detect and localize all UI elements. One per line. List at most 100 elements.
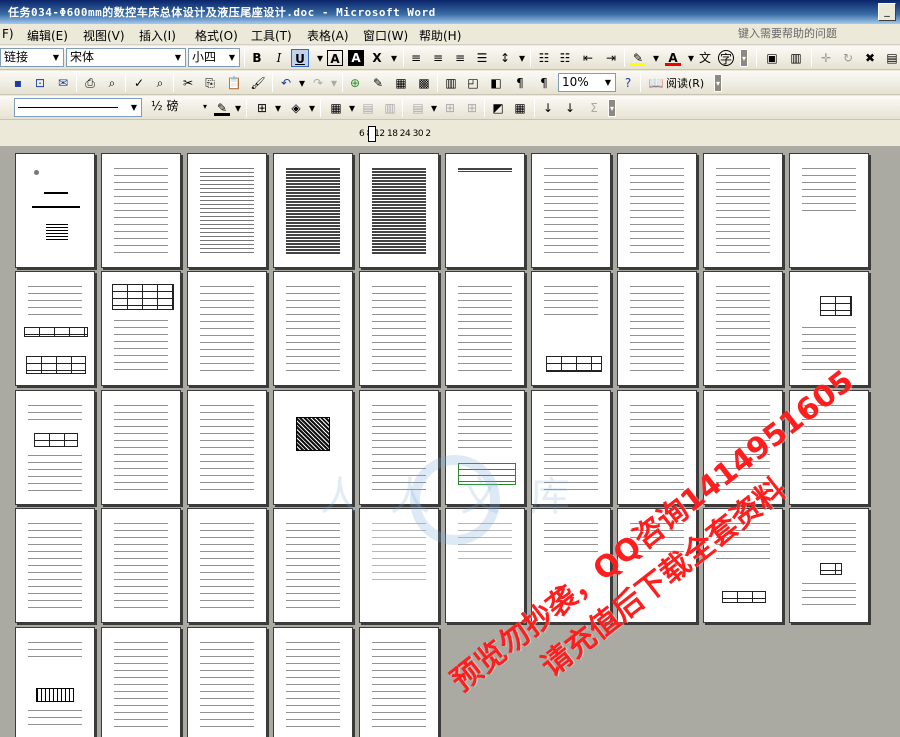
format-painter-icon[interactable]: 🖌 [250,75,266,91]
read-button[interactable]: 阅读(R) [666,75,704,91]
close-image-icon[interactable]: ✖ [862,50,878,66]
border-icon[interactable]: ⊞ [254,100,270,116]
sort-descending-icon[interactable]: ↓ [562,100,578,116]
dropdown-arrow-icon[interactable]: ▾ [344,100,360,116]
distribute-rows-icon[interactable]: ⊞ [442,100,458,116]
indent-marker[interactable] [368,126,376,142]
menu-help[interactable]: 帮助(H) [419,27,461,44]
align-cell-icon[interactable]: ▤ [410,100,426,116]
menu-window[interactable]: 窗口(W) [363,27,408,44]
shading-icon[interactable]: ◈ [288,100,304,116]
insert-table-icon[interactable]: ▦ [328,100,344,116]
undo-icon[interactable]: ↶ [278,75,294,91]
autoformat-icon[interactable]: ◩ [490,100,506,116]
chevron-down-icon[interactable]: ▼ [226,50,238,65]
menu-table[interactable]: 表格(A) [307,27,349,44]
page-thumbnail[interactable] [359,271,439,386]
page-thumbnail[interactable] [359,627,439,737]
columns-icon[interactable]: ▥ [443,75,459,91]
numbering-icon[interactable]: ☷ [536,50,552,66]
align-left-icon[interactable]: ≡ [408,50,424,66]
doc-map-icon[interactable]: ◧ [488,75,504,91]
tables-borders-icon[interactable]: ✎ [370,75,386,91]
font-combo[interactable]: 宋体 ▼ [66,48,186,67]
drawing-icon[interactable]: ◰ [465,75,481,91]
char-shading-icon[interactable]: A [348,50,364,66]
dropdown-arrow-icon[interactable]: ▾ [426,100,442,116]
char-border-icon[interactable]: A [327,50,343,66]
insert-excel-icon[interactable]: ▩ [416,75,432,91]
dropdown-arrow-icon[interactable]: ▾ [514,50,530,66]
chevron-down-icon[interactable]: ▼ [50,50,62,65]
page-thumbnail[interactable] [101,271,181,386]
dropdown-arrow-icon[interactable]: ▾ [270,100,286,116]
page-thumbnail[interactable] [273,627,353,737]
page-thumbnail[interactable] [187,153,267,268]
line-style-combo[interactable]: ▼ [14,98,142,117]
insert-table-icon[interactable]: ▦ [393,75,409,91]
page-thumbnail[interactable] [273,508,353,623]
dropdown-arrow-icon[interactable]: ▾ [386,50,402,66]
char-scale-icon[interactable]: X [369,50,385,66]
dropdown-arrow-icon[interactable]: ▾ [648,50,664,66]
frame-icon[interactable]: ▥ [788,50,804,66]
menu-tools[interactable]: 工具(T) [251,27,292,44]
menu-file[interactable]: F) [2,27,14,41]
dropdown-arrow-icon[interactable]: ▾ [294,75,310,91]
chevron-down-icon[interactable]: ▼ [172,50,184,65]
split-cells-icon[interactable]: ▥ [382,100,398,116]
line-weight-combo[interactable]: ½ 磅 ▾ [148,98,212,117]
page-thumbnail[interactable] [101,627,181,737]
mail-icon[interactable]: ✉ [55,75,71,91]
chevron-down-icon[interactable]: ▼ [128,100,140,115]
line-spacing-icon[interactable]: ↕ [497,50,513,66]
page-thumbnail[interactable] [531,271,611,386]
underline-button[interactable]: U [291,49,309,67]
picture-icon[interactable]: ▣ [764,50,780,66]
style-combo[interactable]: 链接 ▼ [0,48,64,67]
cut-icon[interactable]: ✂ [180,75,196,91]
dropdown-arrow-icon[interactable]: ▾ [326,75,342,91]
merge-cells-icon[interactable]: ▤ [360,100,376,116]
page-thumbnail[interactable] [15,153,95,268]
permission-icon[interactable]: ⊡ [32,75,48,91]
align-right-icon[interactable]: ≡ [452,50,468,66]
research-icon[interactable]: ⌕ [152,75,168,91]
page-thumbnail[interactable] [273,271,353,386]
layout-icon[interactable]: ▤ [884,50,900,66]
redo-icon[interactable]: ↷ [310,75,326,91]
menu-edit[interactable]: 编辑(E) [27,27,68,44]
page-thumbnail[interactable] [531,153,611,268]
minimize-button[interactable]: _ [878,3,896,21]
crop-icon[interactable]: ✛ [818,50,834,66]
phonetic-guide-icon[interactable]: 文 [697,50,713,66]
dropdown-arrow-icon[interactable]: ▾ [312,50,328,66]
border-color-icon[interactable]: ✎ [214,100,230,116]
dropdown-arrow-icon[interactable]: ▾ [230,100,246,116]
chevron-down-icon[interactable]: ▼ [602,75,614,90]
justify-icon[interactable]: ☰ [474,50,490,66]
page-thumbnail[interactable] [359,153,439,268]
sort-ascending-icon[interactable]: ↓ [540,100,556,116]
toolbar-options-icon[interactable]: ▾ [608,99,616,117]
increase-indent-icon[interactable]: ⇥ [603,50,619,66]
page-thumbnail[interactable] [101,153,181,268]
autosum-icon[interactable]: Σ [586,100,602,116]
read-icon[interactable]: 📖 [648,75,664,91]
enclose-char-icon[interactable]: 字 [718,50,734,66]
page-thumbnail[interactable] [187,271,267,386]
spelling-icon[interactable]: ✓ [131,75,147,91]
page-thumbnail[interactable] [15,627,95,737]
table-grid-icon[interactable]: ▦ [512,100,528,116]
align-center-icon[interactable]: ≡ [430,50,446,66]
page-thumbnail[interactable] [273,153,353,268]
page-thumbnail[interactable] [15,390,95,505]
page-thumbnail[interactable] [703,153,783,268]
menu-view[interactable]: 视图(V) [83,27,125,44]
page-thumbnail[interactable] [617,271,697,386]
bold-button[interactable]: B [248,49,266,67]
page-thumbnail[interactable] [445,153,525,268]
help-icon[interactable]: ? [620,75,636,91]
bullets-icon[interactable]: ☷ [557,50,573,66]
font-size-combo[interactable]: 小四 ▼ [188,48,240,67]
